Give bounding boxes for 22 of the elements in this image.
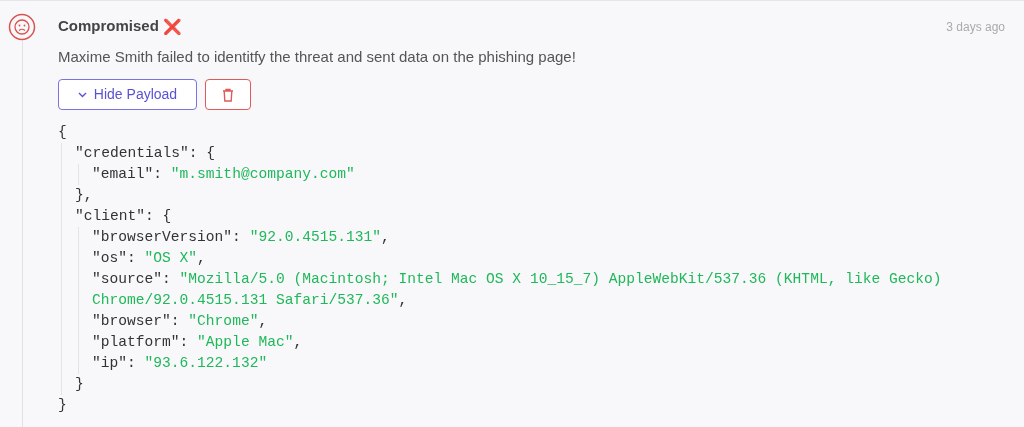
code-line: "ip": "93.6.122.132" <box>92 354 269 373</box>
event-title: Compromised <box>58 16 159 36</box>
event-description: Maxime Smith failed to identitfy the threat and sent data on the phishing page! <box>58 46 577 67</box>
timestamp: 3 days ago <box>946 19 1005 36</box>
code-line: }, <box>75 186 94 205</box>
code-line: { <box>58 123 68 142</box>
code-line: } <box>58 396 68 415</box>
trash-icon <box>222 87 234 102</box>
code-line: "client": { <box>75 207 173 226</box>
hide-payload-button[interactable]: Hide Payload <box>58 79 197 110</box>
sad-face-icon <box>8 13 36 41</box>
code-line: "platform": "Apple Mac", <box>92 333 304 352</box>
code-line: "browser": "Chrome", <box>92 312 269 331</box>
code-line: "email": "m.smith@company.com" <box>92 165 356 184</box>
code-line: "source": "Mozilla/5.0 (Macintosh; Intel Mac OS X 10_15_7) AppleWebKit/537.36 (KHTML, like Gecko) Chrome/92.0.4515.131 Safari/537.36", <box>92 270 943 310</box>
cross-icon: ❌ <box>162 18 182 34</box>
code-line: "os": "OS X", <box>92 249 207 268</box>
code-line: "browserVersion": "92.0.4515.131", <box>92 228 391 247</box>
code-line: } <box>75 375 85 394</box>
code-line: "credentials": { <box>75 144 217 163</box>
caret-icon <box>77 91 87 98</box>
delete-button[interactable] <box>205 79 251 110</box>
